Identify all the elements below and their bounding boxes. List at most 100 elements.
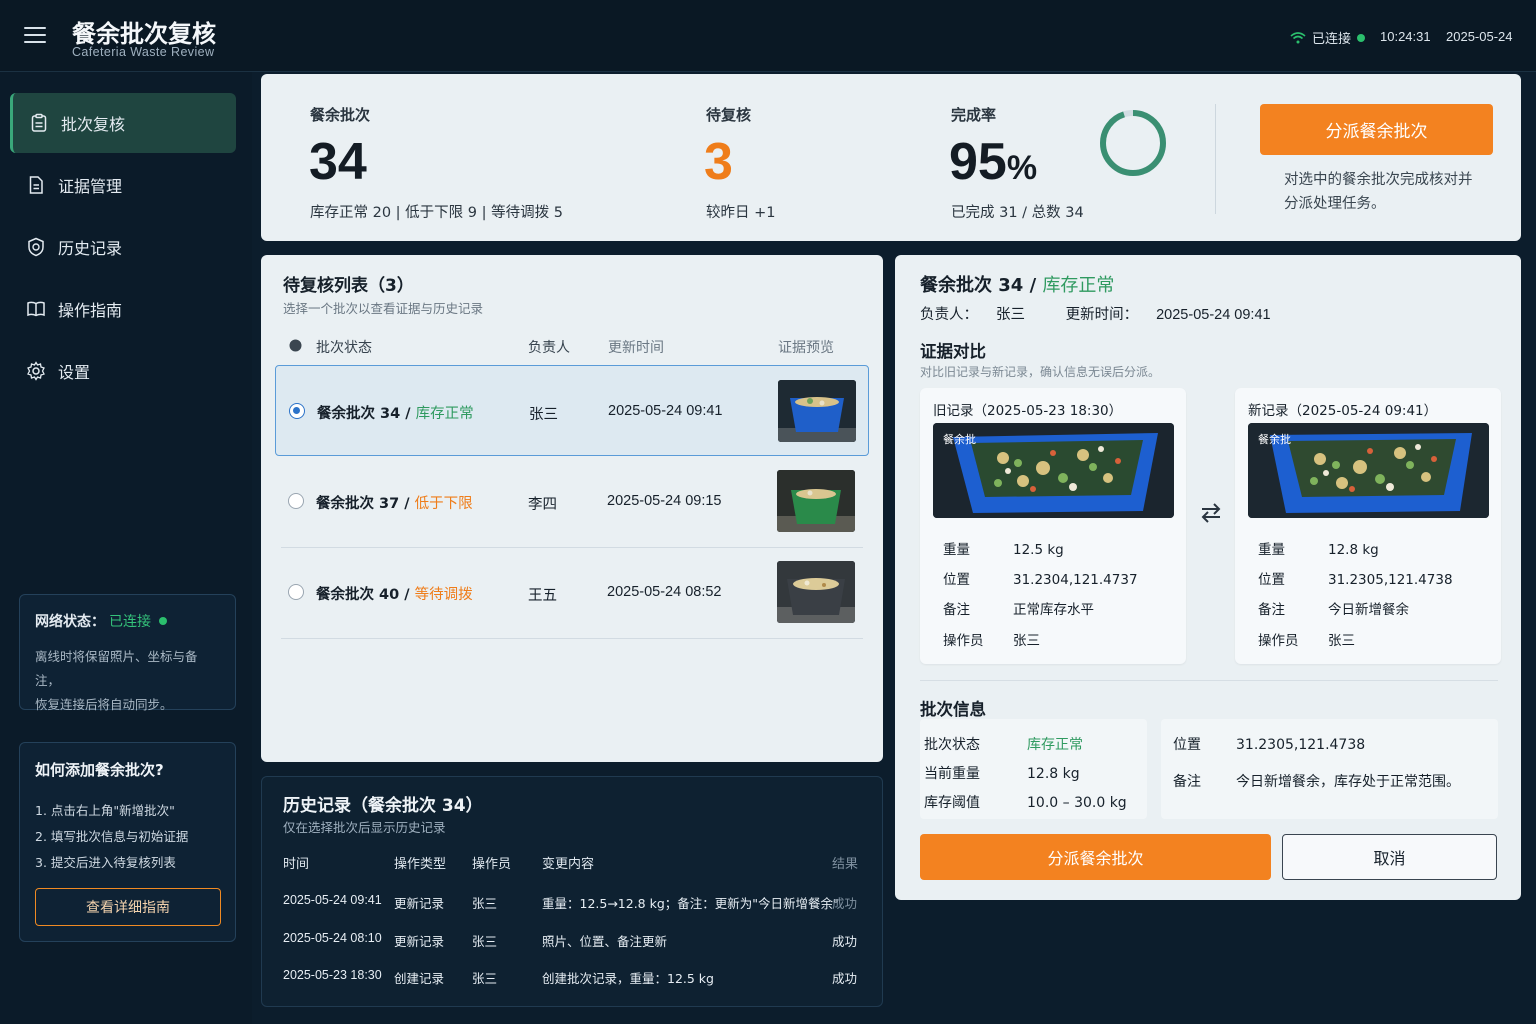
view-guide-button[interactable]: 查看详细指南 <box>35 888 221 926</box>
new-record-field: 操作员 张三 <box>1258 629 1355 649</box>
dispatch-batch-button-top[interactable]: 分派餐余批次 <box>1260 104 1493 155</box>
app-header: 餐余批次复核 Cafeteria Waste Review 已连接 10:24:… <box>0 0 1536 72</box>
history-row-type: 创建记录 <box>394 971 445 986</box>
info-threshold: 库存阈值 10.0 – 30.0 kg <box>924 792 1127 812</box>
pending-list-subtitle: 选择一个批次以查看证据与历史记录 <box>283 301 484 316</box>
sidebar: 批次复核 证据管理 历史记录 操作指南 设置 网络状态： 已连接 离线时将保留照… <box>0 72 252 1024</box>
guide-step: 1. 点击右上角"新增批次" <box>35 803 175 818</box>
name-separator: / <box>399 587 415 603</box>
field-key: 位置 <box>1258 572 1285 588</box>
evidence-thumbnail[interactable] <box>778 380 856 442</box>
history-row-time: 2025-05-24 09:41 <box>283 893 382 907</box>
info-value: 今日新增餐余，库存处于正常范围。 <box>1236 774 1460 790</box>
online-dot-icon <box>1357 33 1366 42</box>
section-divider <box>920 680 1498 681</box>
row-batch-name: 餐余批次 34 / 库存正常 <box>317 402 474 423</box>
row-radio[interactable] <box>288 584 304 600</box>
name-separator: / <box>400 406 416 422</box>
field-key: 备注 <box>943 602 970 618</box>
history-row-change: 创建批次记录，重量：12.5 kg <box>542 971 714 986</box>
old-record-field: 备注 正常库存水平 <box>943 598 1094 618</box>
evidence-thumbnail[interactable] <box>777 470 855 532</box>
batch-info-title: 批次信息 <box>920 700 986 719</box>
history-row-time: 2025-05-24 08:10 <box>283 931 382 945</box>
stat-batches-label: 餐余批次 <box>310 106 371 124</box>
stats-divider <box>1215 104 1216 214</box>
completion-number: 95 <box>949 133 1007 191</box>
row-batch-name: 餐余批次 40 / 等待调拨 <box>316 583 473 604</box>
field-value: 12.5 kg <box>1013 542 1064 558</box>
detail-status: 库存正常 <box>1042 275 1115 296</box>
owner-label: 负责人： <box>920 307 978 323</box>
new-record-photo[interactable]: 餐余批 <box>1248 423 1489 518</box>
row-radio[interactable] <box>289 403 305 419</box>
dispatch-batch-button[interactable]: 分派餐余批次 <box>920 834 1271 880</box>
history-row-operator: 张三 <box>472 896 498 911</box>
completion-donut-arc <box>1100 110 1166 176</box>
sidebar-item-label: 设置 <box>58 363 91 382</box>
stat-batches-breakdown: 库存正常 20 | 低于下限 9 | 等待调拨 5 <box>310 205 563 221</box>
old-record-field: 操作员 张三 <box>943 629 1040 649</box>
detail-title: 餐余批次 34 / 库存正常 <box>920 271 1114 297</box>
sidebar-item-label: 批次复核 <box>61 115 126 134</box>
bin-photo-icon <box>777 470 855 532</box>
column-header-preview: 证据预览 <box>778 340 834 356</box>
history-row-operator: 张三 <box>472 934 498 949</box>
hamburger-menu-icon[interactable] <box>24 27 46 45</box>
field-value: 31.2304,121.4737 <box>1013 572 1138 588</box>
owner-info: 负责人： 张三 <box>920 307 1043 323</box>
sidebar-item-label: 证据管理 <box>58 177 123 196</box>
evidence-thumbnail[interactable] <box>777 561 855 623</box>
wifi-icon <box>1290 31 1306 43</box>
batch-name: 餐余批次 37 <box>316 496 400 512</box>
row-radio[interactable] <box>288 493 304 509</box>
bin-photo-icon: 餐余批 <box>933 423 1174 518</box>
sidebar-item-evidence[interactable]: 证据管理 <box>10 155 236 215</box>
old-record-field: 重量 12.5 kg <box>943 538 1064 558</box>
network-status-label: 网络状态： <box>35 614 105 630</box>
status-column-icon <box>289 339 302 352</box>
current-date: 2025-05-24 <box>1446 29 1513 44</box>
status-label: 库存正常 <box>415 406 474 422</box>
sidebar-item-guide[interactable]: 操作指南 <box>10 279 236 339</box>
field-value: 今日新增餐余 <box>1328 602 1409 618</box>
pending-row[interactable]: 餐余批次 40 / 等待调拨 王五 2025-05-24 08:52 <box>275 547 869 639</box>
pending-row[interactable]: 餐余批次 37 / 低于下限 李四 2025-05-24 09:15 <box>275 456 869 548</box>
history-row-change: 重量：12.5→12.8 kg；备注：更新为"今日新增餐余" <box>542 896 839 911</box>
old-record-card: 旧记录（2025-05-23 18:30） 餐余批 重量 12.5 kg 位置 31… <box>920 388 1186 664</box>
info-key: 批次状态 <box>924 737 980 753</box>
field-key: 重量 <box>1258 542 1285 558</box>
sidebar-item-history[interactable]: 历史记录 <box>10 217 236 277</box>
network-status-value: 已连接 <box>109 614 151 630</box>
network-desc-line: 恢复连接后将自动同步。 <box>35 697 173 712</box>
stats-panel: 餐余批次 34 库存正常 20 | 低于下限 9 | 等待调拨 5 待复核 3 … <box>261 74 1521 241</box>
row-separator <box>281 638 863 639</box>
column-header-owner[interactable]: 负责人 <box>528 337 570 357</box>
status-label: 等待调拨 <box>414 587 473 603</box>
new-record-title: 新记录（2025-05-24 09:41） <box>1248 403 1438 419</box>
network-status-card: 网络状态： 已连接 离线时将保留照片、坐标与备注， 恢复连接后将自动同步。 <box>19 594 236 712</box>
evidence-section-subtitle: 对比旧记录与新记录，确认信息无误后分派。 <box>920 365 1161 379</box>
column-header-updated[interactable]: 更新时间 <box>608 337 664 357</box>
history-row-result: 成功 <box>832 896 858 911</box>
row-updated-time: 2025-05-24 08:52 <box>607 584 722 600</box>
old-record-field: 位置 31.2304,121.4737 <box>943 568 1138 588</box>
evidence-section-title: 证据对比 <box>920 342 986 361</box>
dispatch-description: 对选中的餐余批次完成核对并分派处理任务。 <box>1284 172 1473 212</box>
cancel-button[interactable]: 取消 <box>1282 834 1497 880</box>
sidebar-item-settings[interactable]: 设置 <box>10 341 236 401</box>
pending-row[interactable]: 餐余批次 34 / 库存正常 张三 2025-05-24 09:41 <box>275 365 869 456</box>
clock: 10:24:31 <box>1380 29 1431 44</box>
info-note: 备注 今日新增餐余，库存处于正常范围。 <box>1173 771 1460 791</box>
add-batch-guide-card: 如何添加餐余批次? 1. 点击右上角"新增批次" 2. 填写批次信息与初始证据 … <box>19 742 236 942</box>
guide-steps: 1. 点击右上角"新增批次" 2. 填写批次信息与初始证据 3. 提交后进入待复… <box>35 798 220 876</box>
new-record-card: 新记录（2025-05-24 09:41） 餐余批 重量 12.8 kg 位置 31… <box>1235 388 1501 664</box>
sidebar-item-batch-review[interactable]: 批次复核 <box>10 93 236 153</box>
column-header-status[interactable]: 批次状态 <box>316 337 372 357</box>
stat-completion-value: 95% <box>949 132 1037 192</box>
photo-tag: 餐余批 <box>1258 432 1291 446</box>
old-record-photo[interactable]: 餐余批 <box>933 423 1174 518</box>
connection-status: 已连接 <box>1290 28 1366 47</box>
connection-label: 已连接 <box>1312 32 1352 47</box>
info-status: 批次状态 库存正常 <box>924 734 1083 754</box>
